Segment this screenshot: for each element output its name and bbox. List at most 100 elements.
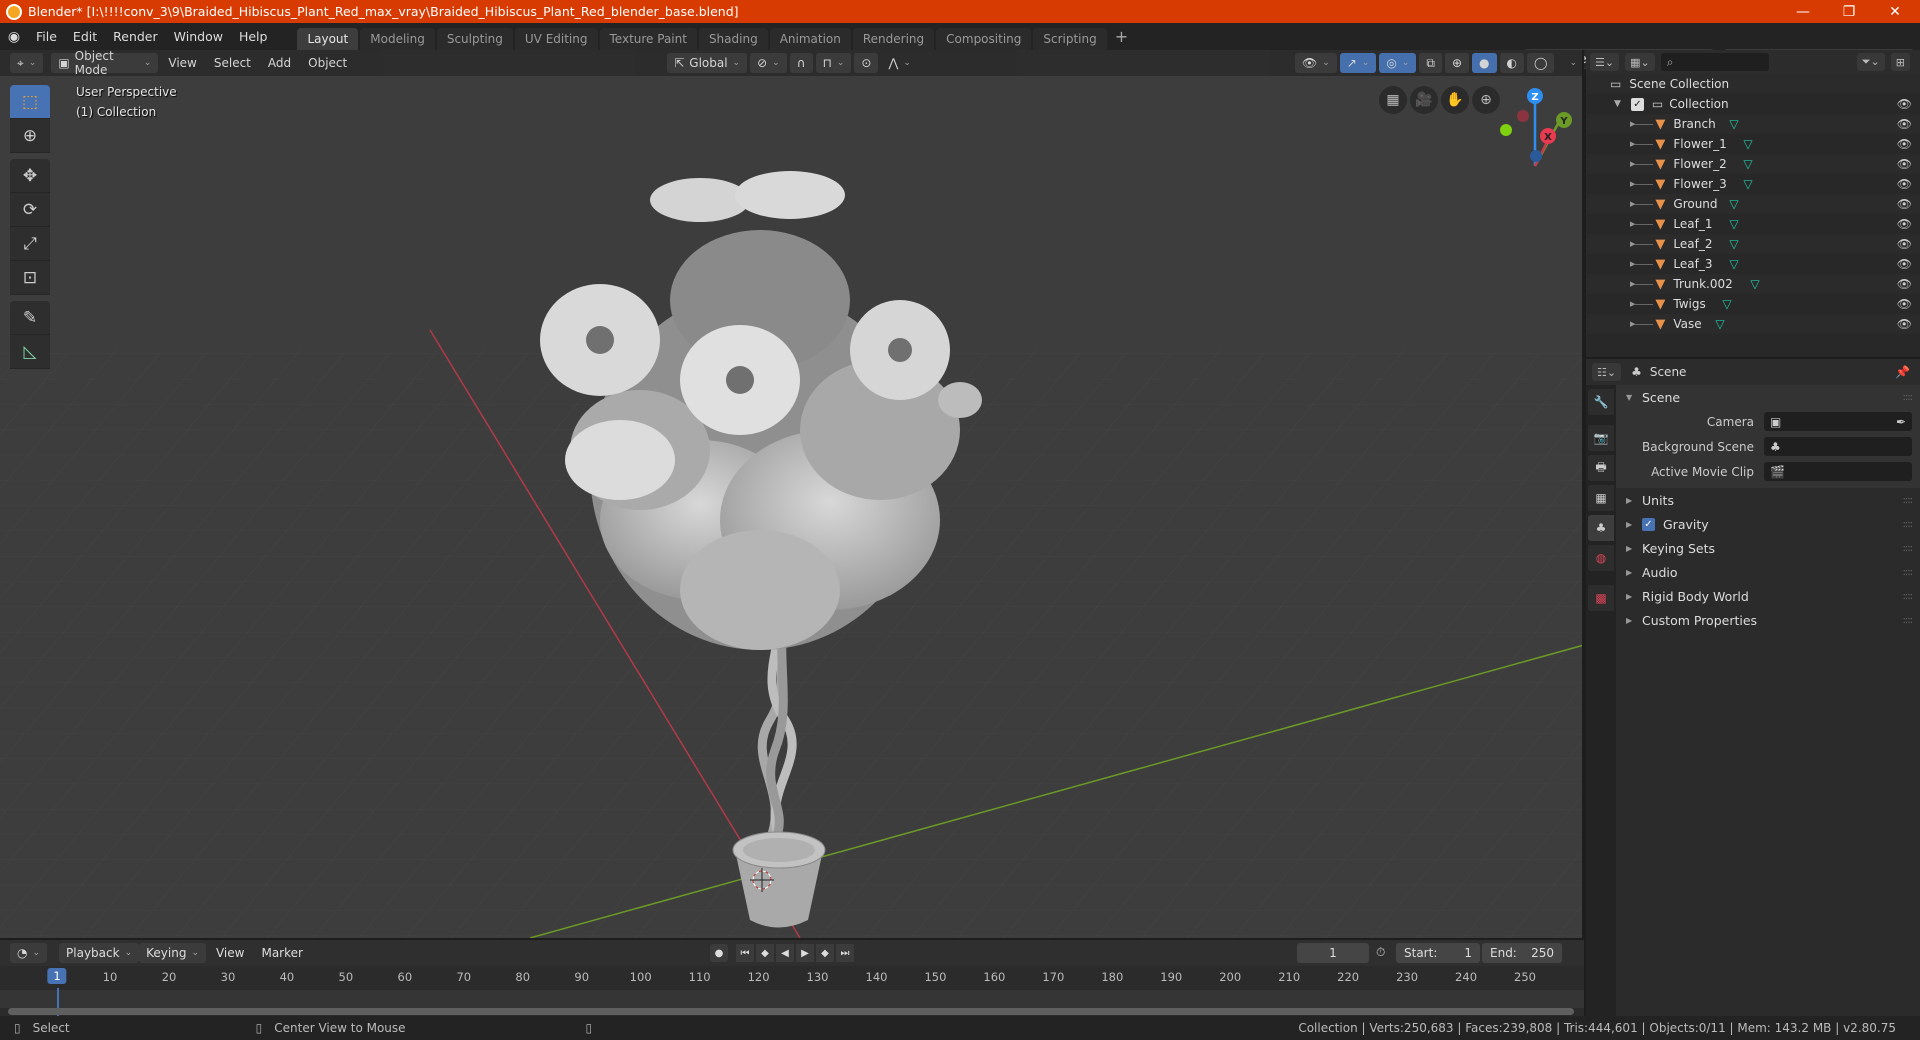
play-button[interactable]: ▶ [796, 944, 814, 962]
close-button[interactable]: ✕ [1872, 0, 1918, 23]
frame-ruler[interactable]: 1 10 20 30 40 50 60 70 80 90 100 110 120 130 140 150 160… [0, 968, 1584, 988]
visibility-eye-icon[interactable]: 👁 [1897, 177, 1912, 191]
mesh-data-icon[interactable]: ▽ [1743, 157, 1752, 171]
tab-animation[interactable]: Animation [769, 28, 851, 50]
end-frame-field[interactable]: End: 250 [1482, 943, 1562, 963]
tab-shading[interactable]: Shading [698, 28, 768, 50]
material-shading-button[interactable]: ◐ [1499, 53, 1525, 73]
menu-help[interactable]: Help [231, 23, 276, 50]
transform-tool[interactable]: ⊡ [10, 261, 50, 295]
camera-view-button[interactable]: 🎥 [1410, 86, 1438, 114]
menu-file[interactable]: File [28, 23, 65, 50]
rendered-shading-button[interactable]: ◯ [1527, 53, 1555, 73]
gravity-panel[interactable]: ▶ ✓ Gravity :::: [1616, 512, 1920, 536]
select-box-tool[interactable]: ⬚ [10, 85, 50, 119]
solid-shading-button[interactable]: ● [1472, 53, 1497, 73]
playback-menu[interactable]: Playback ⌄ [59, 943, 140, 963]
mesh-data-icon[interactable]: ▽ [1743, 137, 1752, 151]
visibility-eye-icon[interactable]: 👁 [1897, 297, 1912, 311]
minimize-button[interactable]: — [1780, 0, 1826, 23]
drag-grip-icon[interactable]: :::: [1903, 567, 1914, 578]
stopwatch-icon[interactable]: ⏱ [1376, 945, 1385, 960]
display-mode-selector[interactable]: ▦⌄ [1625, 53, 1655, 71]
render-tab[interactable]: 📷 [1588, 425, 1614, 451]
drag-grip-icon[interactable]: :::: [1903, 392, 1914, 403]
outliner-object-row[interactable]: ▶ ▼ Leaf_2 ▽ 👁 [1586, 234, 1920, 254]
xray-toggle[interactable]: ⧉ [1419, 53, 1442, 73]
drag-grip-icon[interactable]: :::: [1903, 543, 1914, 554]
blender-menu-icon[interactable]: ◉ [0, 29, 28, 45]
start-frame-field[interactable]: Start: 1 [1396, 943, 1480, 963]
visibility-eye-icon[interactable]: 👁 [1897, 97, 1912, 111]
gizmo-toggle[interactable]: ↗ ⌄ [1339, 53, 1377, 73]
timeline-view-menu[interactable]: View [209, 943, 251, 963]
outliner-object-row[interactable]: ▶ ▼ Leaf_3 ▽ 👁 [1586, 254, 1920, 274]
expand-arrow-icon[interactable]: ▼ [1614, 99, 1621, 109]
gravity-checkbox[interactable]: ✓ [1642, 517, 1655, 531]
world-tab[interactable]: ◍ [1588, 545, 1614, 571]
scene-collection-row[interactable]: ▭ Scene Collection [1586, 74, 1920, 94]
menu-render[interactable]: Render [105, 23, 166, 50]
keying-sets-panel[interactable]: ▶ Keying Sets :::: [1616, 536, 1920, 560]
drag-grip-icon[interactable]: :::: [1903, 495, 1914, 506]
active-movie-clip-field[interactable]: 🎬 [1764, 462, 1912, 481]
move-tool[interactable]: ✥ [10, 159, 50, 193]
pin-icon[interactable]: 📌 [1895, 365, 1910, 379]
navigation-gizmo[interactable]: Z Y X [1500, 88, 1572, 167]
current-frame-indicator[interactable]: 1 [47, 968, 67, 984]
drag-grip-icon[interactable]: :::: [1903, 591, 1914, 602]
editor-type-button[interactable]: ⌖ ⌄ [10, 53, 44, 73]
background-scene-field[interactable]: ♣ [1764, 437, 1912, 456]
keying-menu[interactable]: Keying ⌄ [139, 943, 206, 963]
collection-row[interactable]: ▼ ✓ ▭ Collection 👁 [1586, 94, 1920, 114]
rigid-body-world-panel[interactable]: ▶ Rigid Body World :::: [1616, 584, 1920, 608]
zoom-view-button[interactable]: ⊕ [1472, 86, 1500, 114]
tab-sculpting[interactable]: Sculpting [436, 28, 513, 50]
menu-view[interactable]: View [161, 53, 203, 73]
tab-layout[interactable]: Layout [297, 28, 359, 50]
mesh-data-icon[interactable]: ▽ [1729, 237, 1738, 251]
outliner-editor-type[interactable]: ☰⌄ [1590, 53, 1620, 71]
scene-panel-header[interactable]: ▼ Scene :::: [1616, 385, 1920, 409]
visibility-eye-icon[interactable]: 👁 [1897, 117, 1912, 131]
jump-start-button[interactable]: ⏮ [736, 944, 754, 962]
visibility-eye-icon[interactable]: 👁 [1897, 317, 1912, 331]
mesh-data-icon[interactable]: ▽ [1729, 257, 1738, 271]
tab-compositing[interactable]: Compositing [936, 28, 1032, 50]
timeline-editor-type[interactable]: ◔ ⌄ [10, 943, 48, 963]
proportional-edit-toggle[interactable]: ⊙ [854, 53, 879, 73]
toggle-camera-grid-button[interactable]: ▦ [1379, 86, 1407, 114]
mesh-data-icon[interactable]: ▽ [1729, 197, 1738, 211]
outliner-object-row[interactable]: ▶ ▼ Flower_3 ▽ 👁 [1586, 174, 1920, 194]
drag-grip-icon[interactable]: :::: [1903, 615, 1914, 626]
mesh-data-icon[interactable]: ▽ [1750, 277, 1759, 291]
next-keyframe-button[interactable]: ◆ [816, 944, 834, 962]
menu-object[interactable]: Object [301, 53, 354, 73]
mode-selector[interactable]: ▣ Object Mode ⌄ [51, 50, 159, 77]
tab-rendering[interactable]: Rendering [852, 28, 935, 50]
pivot-point-button[interactable]: ⊘ ⌄ [750, 53, 787, 73]
shading-options-button[interactable]: ⌄ [1557, 53, 1582, 73]
outliner-object-row[interactable]: ▶ ▼ Leaf_1 ▽ 👁 [1586, 214, 1920, 234]
view-layer-tab[interactable]: ▦ [1588, 485, 1614, 511]
timeline-track-area[interactable] [0, 988, 1584, 1016]
jump-end-button[interactable]: ⏭ [836, 944, 854, 962]
visibility-eye-icon[interactable]: 👁 [1897, 237, 1912, 251]
collection-checkbox[interactable]: ✓ [1630, 97, 1644, 111]
tab-scripting[interactable]: Scripting [1033, 28, 1107, 50]
tab-modeling[interactable]: Modeling [360, 28, 435, 50]
eyedropper-icon[interactable]: ✒ [1896, 415, 1906, 429]
maximize-button[interactable]: ❐ [1826, 0, 1872, 23]
menu-window[interactable]: Window [166, 23, 231, 50]
rotate-tool[interactable]: ⟳ [10, 193, 50, 227]
visibility-eye-icon[interactable]: 👁 [1897, 137, 1912, 151]
3d-viewport[interactable]: Z Y X ⌖ ⌄ ▣ Object Mode ⌄ View Select Add … [0, 50, 1584, 938]
outliner-object-row[interactable]: ▶ ▼ Trunk.002 ▽ 👁 [1586, 274, 1920, 294]
texture-tab[interactable]: ▩ [1588, 585, 1614, 611]
mesh-data-icon[interactable]: ▽ [1743, 177, 1752, 191]
current-frame-field[interactable]: 1 [1297, 943, 1369, 963]
visibility-eye-icon[interactable]: 👁 [1897, 197, 1912, 211]
visibility-eye-icon[interactable]: 👁 [1897, 157, 1912, 171]
camera-field[interactable]: ▣ ✒ [1764, 412, 1912, 431]
pan-view-button[interactable]: ✋ [1441, 86, 1469, 114]
